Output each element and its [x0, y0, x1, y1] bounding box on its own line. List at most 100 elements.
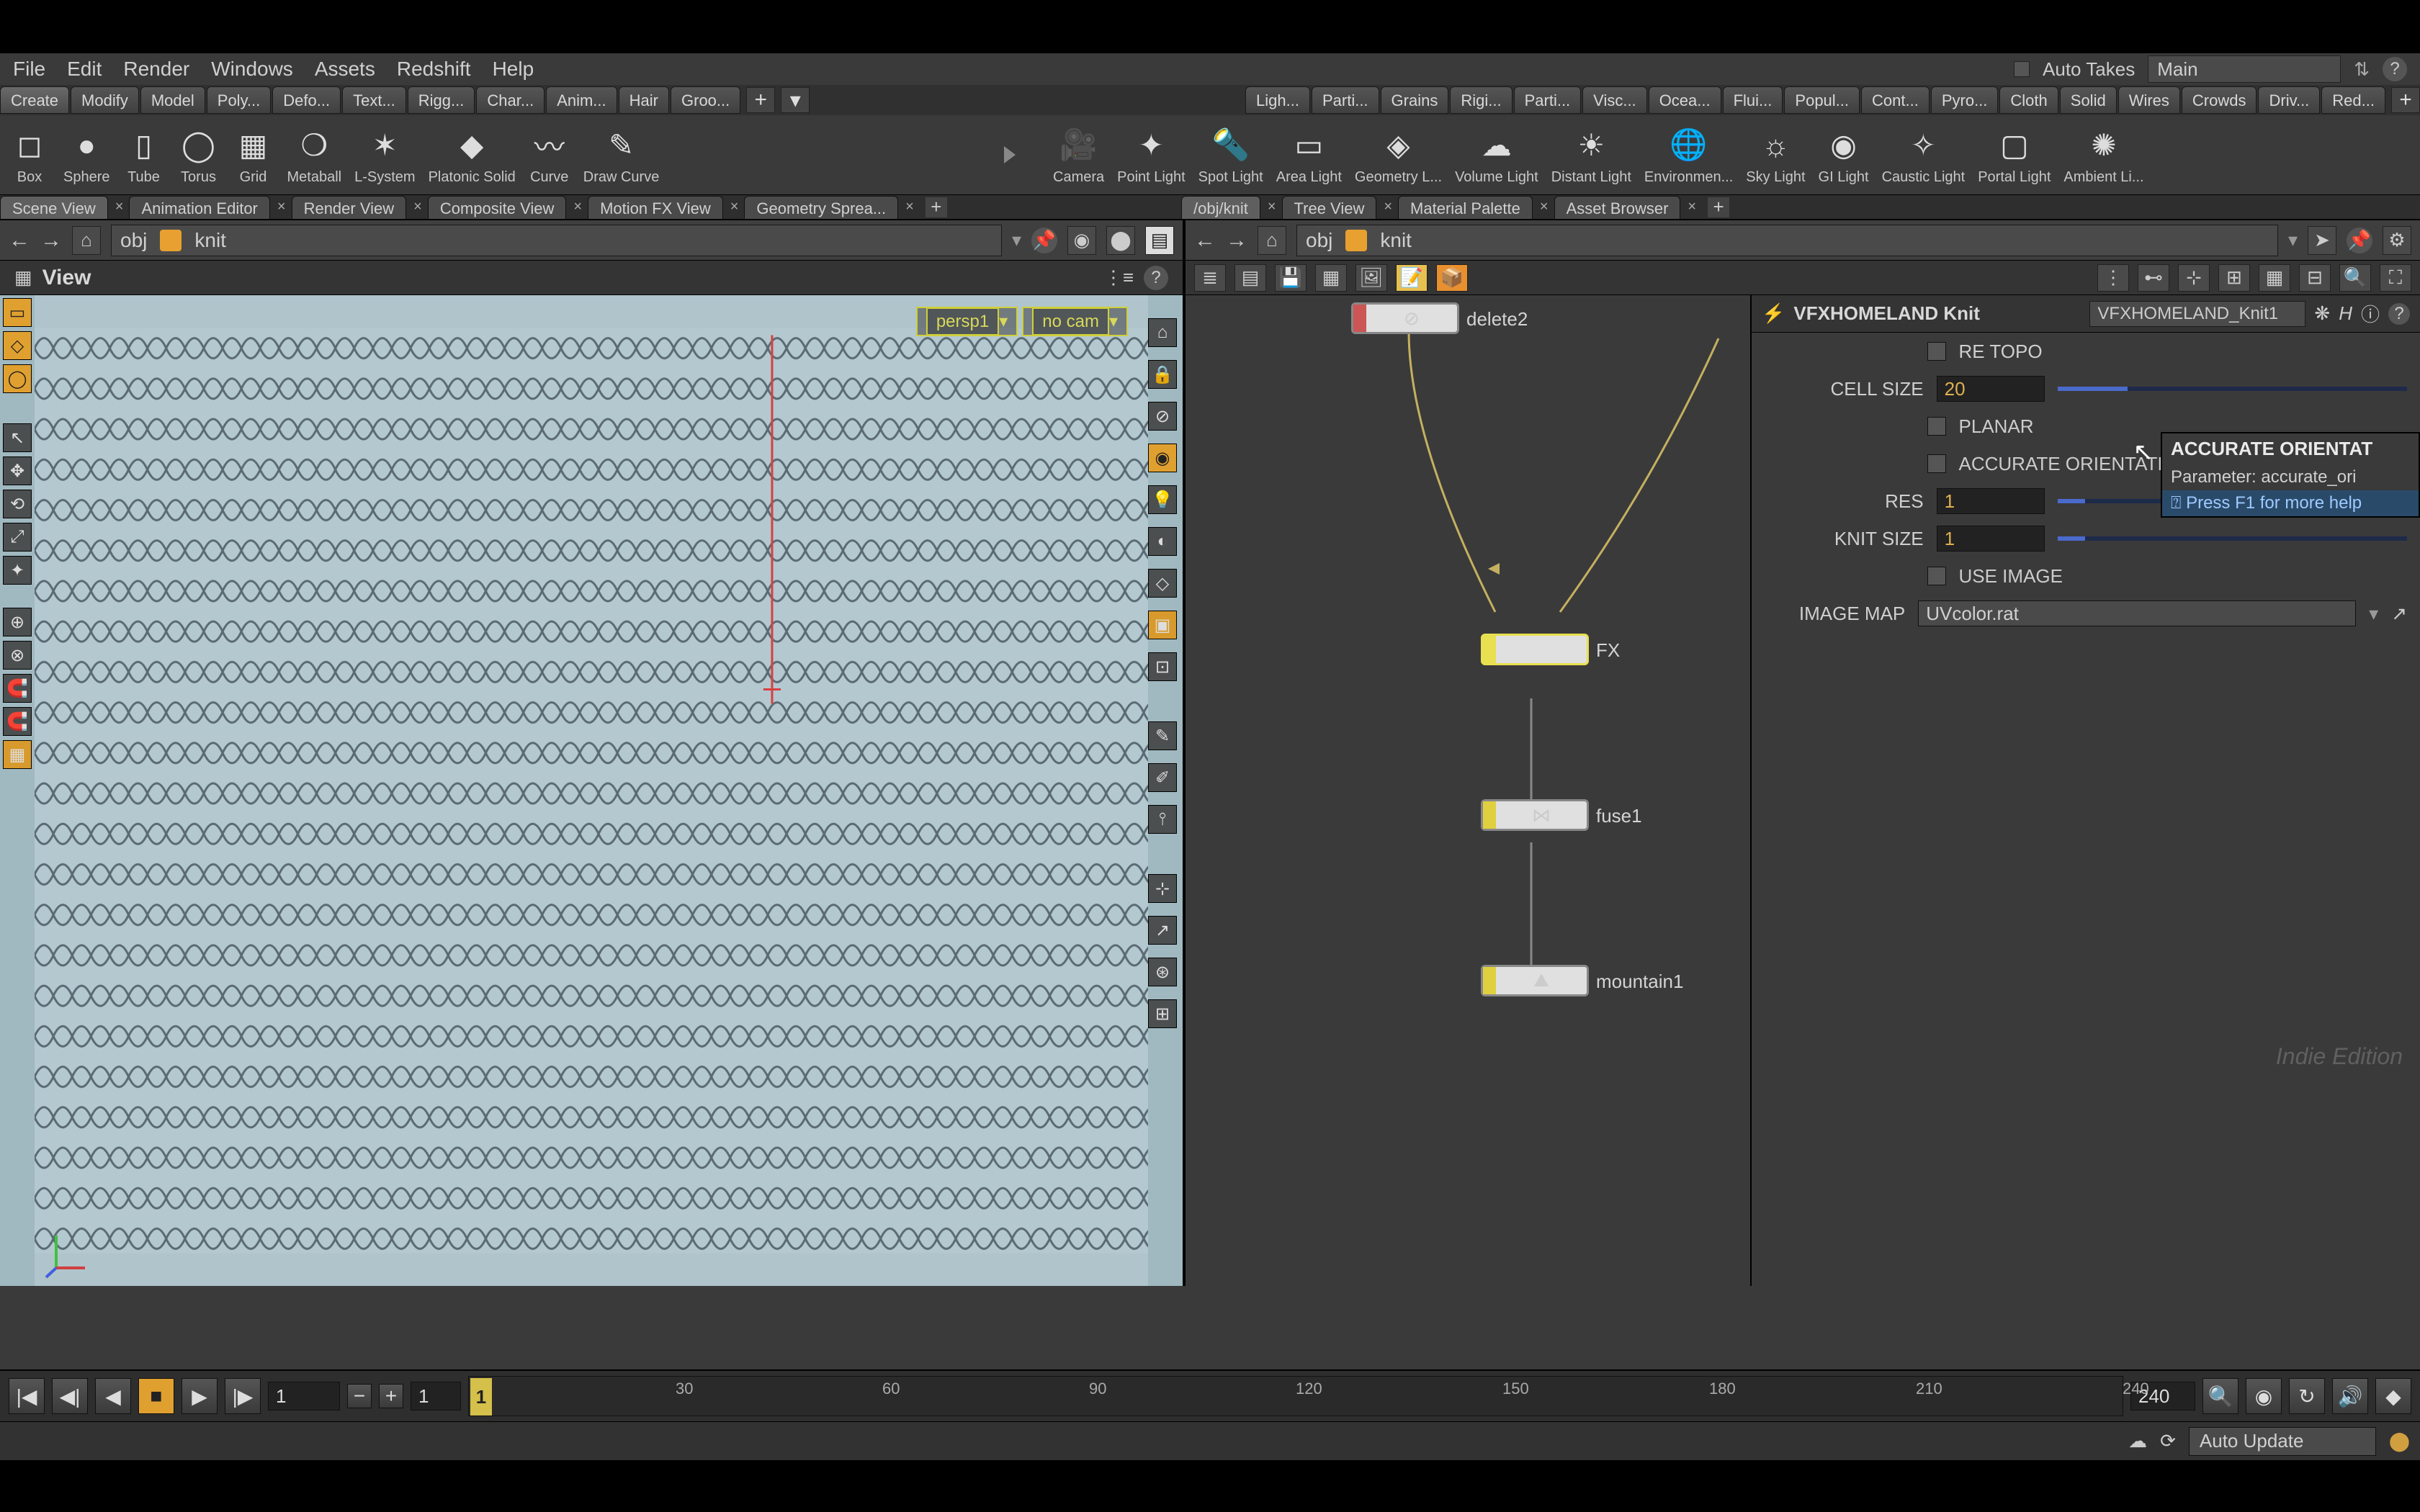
frame-dec-btn[interactable]: −	[347, 1384, 372, 1408]
tool-geometry-l-[interactable]: ◈Geometry L...	[1355, 125, 1442, 186]
frame-inc-btn[interactable]: +	[379, 1384, 403, 1408]
node-fuse1[interactable]: ⋈ fuse1	[1481, 799, 1589, 831]
play-fwd-btn[interactable]: ▶	[182, 1378, 218, 1414]
shelf-tab[interactable]: Ligh...	[1245, 86, 1310, 114]
camera-hud-label[interactable]: persp1▾	[916, 307, 1018, 336]
net-back-icon[interactable]: ←	[1194, 228, 1216, 253]
knitsize-field[interactable]: 1	[1937, 526, 2045, 552]
list-view-icon[interactable]: ≣	[1194, 264, 1226, 292]
viewport-path-field[interactable]: obj knit	[111, 225, 1002, 256]
edit3-icon[interactable]: ⫯	[1148, 805, 1177, 834]
viewport-menu-icon[interactable]: ⋮≡	[1104, 266, 1134, 289]
tool4-icon[interactable]: ⊞	[1148, 999, 1177, 1028]
auto-update-dropdown[interactable]: Auto Update	[2189, 1427, 2376, 1456]
shelf-tab[interactable]: Cont...	[1861, 86, 1930, 114]
rotate-tool-icon[interactable]: ⟲	[3, 490, 32, 518]
align-icon[interactable]: ⋮	[2097, 264, 2129, 292]
edit1-icon[interactable]: ✎	[1148, 721, 1177, 750]
shelf-menu-btn[interactable]: ▾	[781, 87, 810, 113]
display-opts-btn[interactable]: ▤	[1145, 226, 1174, 255]
tool-volume-light[interactable]: ☁Volume Light	[1455, 125, 1538, 186]
selected-shade-icon[interactable]: ▣	[1148, 611, 1177, 639]
layout3-icon[interactable]: ⊞	[2218, 264, 2250, 292]
shelf-tab[interactable]: Driv...	[2258, 86, 2320, 114]
stop-btn[interactable]: ■	[138, 1378, 174, 1414]
nocam-hud-label[interactable]: no cam▾	[1022, 307, 1128, 336]
construction-plane-icon[interactable]: ▦	[3, 740, 32, 769]
select-tool-icon[interactable]: ▭	[3, 298, 32, 327]
menu-assets[interactable]: Assets	[315, 58, 375, 81]
shelf-tab[interactable]: Poly...	[207, 86, 272, 114]
close-icon[interactable]: ×	[1268, 199, 1276, 215]
help-icon[interactable]: ?	[2383, 57, 2407, 81]
brush-tool-icon[interactable]: ◯	[3, 364, 32, 393]
tool-area-light[interactable]: ▭Area Light	[1276, 125, 1342, 186]
shelf-tab[interactable]: Crowds	[2182, 86, 2257, 114]
tool-platonic-solid[interactable]: ◆Platonic Solid	[429, 125, 516, 186]
realtime-icon[interactable]: 🔍	[2202, 1378, 2238, 1414]
shelf-tab[interactable]: Visc...	[1582, 86, 1647, 114]
wire-icon[interactable]: ◇	[1148, 569, 1177, 598]
shelf-tab[interactable]: Model	[140, 86, 205, 114]
tool-metaball[interactable]: ❍Metaball	[287, 125, 342, 186]
param-help-icon[interactable]: ?	[2388, 303, 2410, 325]
tool-portal-light[interactable]: ▢Portal Light	[1978, 125, 2051, 186]
quickmark-icon[interactable]: ➤	[2308, 226, 2336, 255]
tool3-icon[interactable]: ⊛	[1148, 958, 1177, 986]
tool1-icon[interactable]: ⊹	[1148, 874, 1177, 903]
shelf-tab[interactable]: Parti...	[1514, 86, 1582, 114]
layout1-icon[interactable]: ⊷	[2138, 264, 2169, 292]
range-start-field[interactable]: 1	[411, 1382, 461, 1410]
prev-key-btn[interactable]: ◀|	[52, 1378, 88, 1414]
magnet-tool-icon[interactable]: 🧲	[3, 674, 32, 703]
layout4-icon[interactable]: ▦	[2259, 264, 2290, 292]
lasso-tool-icon[interactable]: ◇	[3, 331, 32, 360]
playhead[interactable]: 1	[470, 1378, 492, 1416]
menu-render[interactable]: Render	[123, 58, 189, 81]
close-icon[interactable]: ×	[905, 199, 914, 215]
tool-ambient-li-[interactable]: ✺Ambient Li...	[2063, 125, 2143, 186]
shelf-tab[interactable]: Pyro...	[1931, 86, 1999, 114]
pane-tab[interactable]: Motion FX View	[588, 196, 723, 219]
viewport-help-icon[interactable]: ?	[1144, 266, 1168, 290]
audio-icon[interactable]: 🔊	[2332, 1378, 2368, 1414]
tool-torus[interactable]: ◯Torus	[178, 125, 220, 186]
sticky-icon[interactable]: 📝	[1396, 264, 1428, 292]
light-toggle-icon[interactable]: 💡	[1148, 485, 1177, 514]
accurate-checkbox[interactable]	[1927, 454, 1946, 473]
pane-tab[interactable]: Tree View	[1282, 196, 1377, 219]
shelf-tab[interactable]: Parti...	[1312, 86, 1379, 114]
shelf-tab[interactable]: Hair	[619, 86, 669, 114]
viewport-3d[interactable]: persp1▾ no cam▾ ▭ ◇ ◯ ↖ ✥ ⟲ ⤢ ✦ ⊕ ⊗	[0, 295, 1183, 1286]
net-fwd-icon[interactable]: →	[1226, 228, 1247, 253]
shelf-tab[interactable]: Groo...	[671, 86, 740, 114]
shelf-tab[interactable]: Create	[0, 86, 69, 114]
fwd-arrow-icon[interactable]: →	[40, 228, 62, 253]
lock-view-icon[interactable]: 🔒	[1148, 360, 1177, 389]
layout-icon[interactable]: ▦	[14, 266, 32, 289]
res-field[interactable]: 1	[1937, 488, 2045, 514]
close-icon[interactable]: ×	[730, 199, 739, 215]
net-opts-icon[interactable]: ⚙	[2383, 226, 2411, 255]
info-icon[interactable]: ⓘ	[2361, 300, 2380, 327]
grid-view-icon[interactable]: ▦	[1315, 264, 1347, 292]
play-rev-btn[interactable]: ◀	[95, 1378, 131, 1414]
first-frame-btn[interactable]: |◀	[9, 1378, 45, 1414]
cellsize-slider[interactable]	[2058, 387, 2407, 391]
timeline-ruler[interactable]: 1 306090120150180210240	[468, 1376, 2123, 1416]
tool-caustic-light[interactable]: ✧Caustic Light	[1882, 125, 1966, 186]
node-vfxhomeland-knit[interactable]: FX	[1481, 634, 1589, 665]
netbox-icon[interactable]: 📦	[1436, 264, 1468, 292]
shelf-tab[interactable]: Modify	[71, 86, 139, 114]
close-icon[interactable]: ×	[277, 199, 286, 215]
tool-point-light[interactable]: ✦Point Light	[1117, 125, 1186, 186]
close-icon[interactable]: ×	[573, 199, 582, 215]
tool-grid[interactable]: ▦Grid	[233, 125, 274, 186]
move-tool-icon[interactable]: ✥	[3, 456, 32, 485]
back-arrow-icon[interactable]: ←	[9, 228, 30, 253]
menu-windows[interactable]: Windows	[211, 58, 293, 81]
shelf-tab[interactable]: Char...	[476, 86, 544, 114]
shelf-add-btn[interactable]: +	[2391, 87, 2420, 113]
key-icon[interactable]: ◆	[2375, 1378, 2411, 1414]
chevron-right-icon[interactable]	[1004, 146, 1016, 163]
